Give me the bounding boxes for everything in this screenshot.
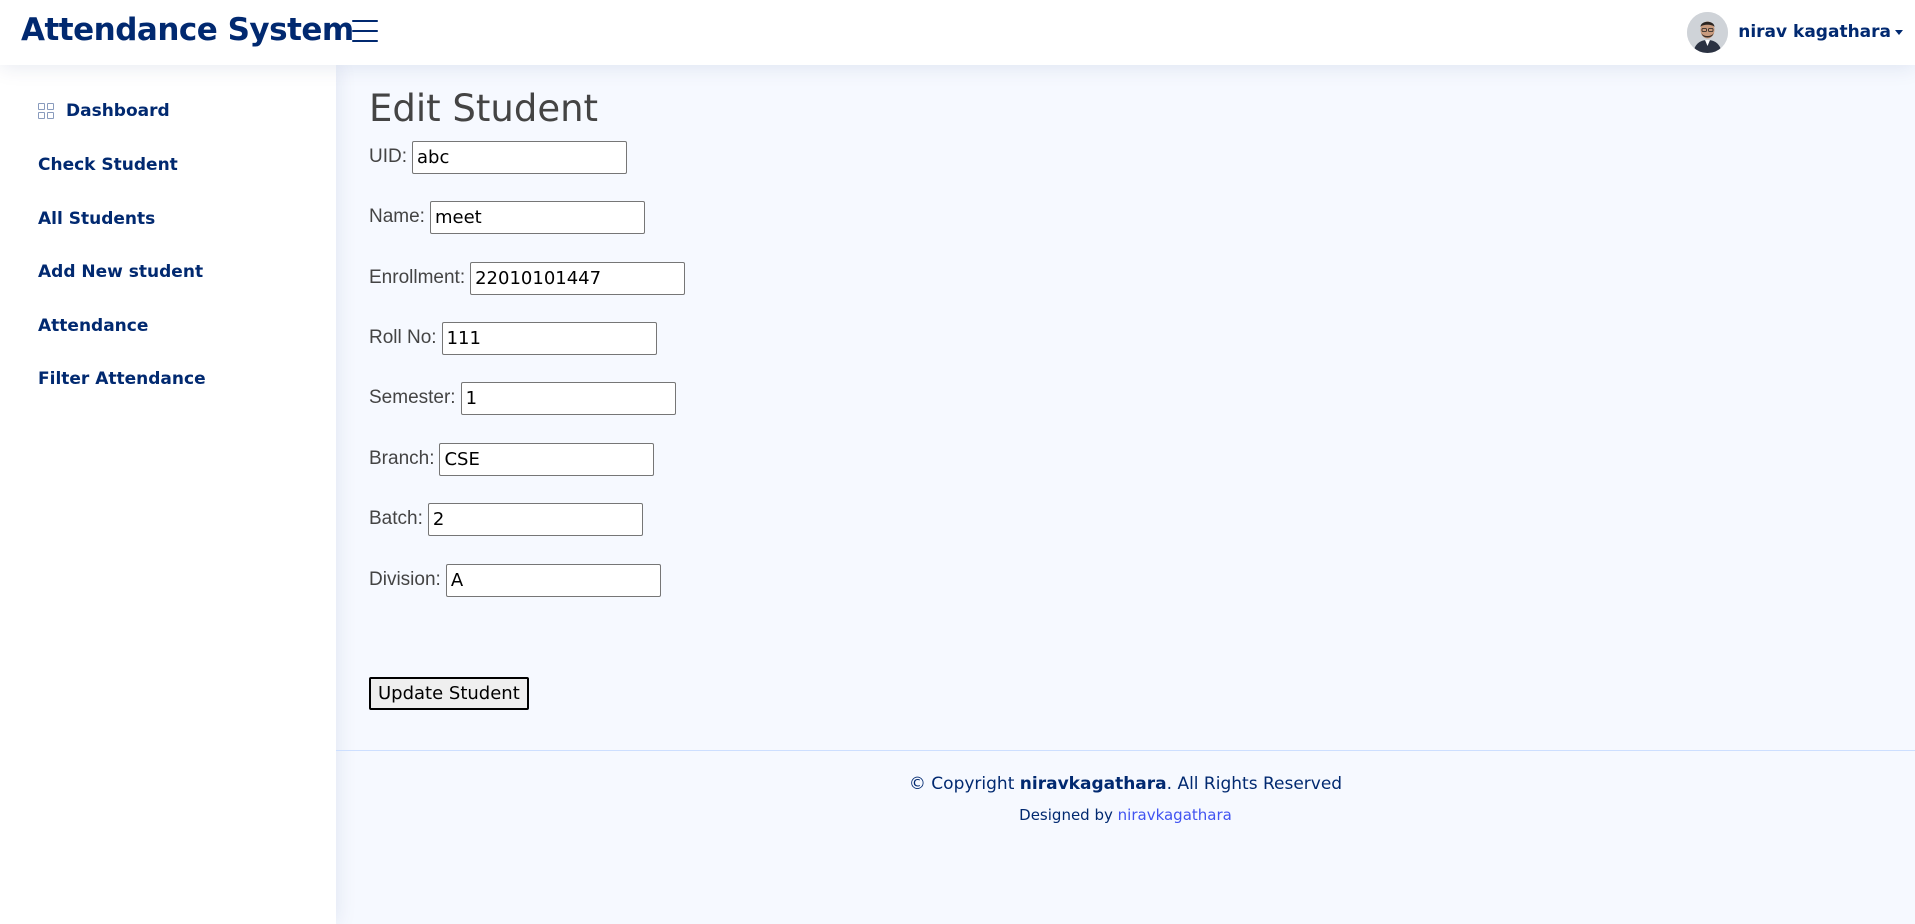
sidebar-item-label: All Students <box>38 209 156 229</box>
branch-label: Branch: <box>369 448 435 469</box>
division-field-row: Division: <box>369 563 661 597</box>
batch-label: Batch: <box>369 508 423 529</box>
semester-label: Semester: <box>369 387 456 408</box>
batch-input[interactable] <box>427 502 643 536</box>
name-field-row: Name: <box>369 200 645 234</box>
sidebar-item-attendance[interactable]: Attendance <box>38 316 148 336</box>
sidebar-item-all-students[interactable]: All Students <box>38 209 155 229</box>
roll-no-field-row: Roll No: <box>369 321 657 355</box>
sidebar-item-label: Attendance <box>38 316 149 336</box>
top-header: Attendance System nirav kagathara <box>0 0 1915 65</box>
user-profile-dropdown[interactable]: nirav kagathara <box>1687 11 1903 53</box>
uid-field-row: UID: <box>369 140 627 174</box>
designed-by-prefix: Designed by <box>1019 806 1113 824</box>
sidebar-item-label: Check Student <box>38 155 178 175</box>
copyright-prefix: © Copyright <box>908 774 1015 794</box>
credits-text: Designed by niravkagathara <box>336 806 1915 824</box>
name-input[interactable] <box>429 200 645 234</box>
semester-field-row: Semester: <box>369 381 676 415</box>
semester-input[interactable] <box>460 381 676 415</box>
update-student-button[interactable]: Update Student <box>369 677 529 710</box>
sidebar-toggle-icon[interactable] <box>352 20 378 42</box>
user-name: nirav kagathara <box>1738 22 1891 42</box>
avatar <box>1687 11 1729 53</box>
sidebar-item-filter-attendance[interactable]: Filter Attendance <box>38 369 206 389</box>
main-content: Edit Student UID: Name: Enrollment: Roll… <box>336 65 1915 924</box>
roll-no-label: Roll No: <box>369 327 437 348</box>
enrollment-label: Enrollment: <box>369 267 466 288</box>
branch-input[interactable] <box>439 442 655 476</box>
copyright-text: © Copyright niravkagathara. All Rights R… <box>336 774 1915 794</box>
batch-field-row: Batch: <box>369 502 643 536</box>
division-label: Division: <box>369 569 441 590</box>
copyright-owner: niravkagathara <box>1019 774 1167 794</box>
sidebar-item-label: Dashboard <box>66 101 170 121</box>
sidebar-item-add-new-student[interactable]: Add New student <box>38 262 203 282</box>
sidebar-item-label: Add New student <box>38 262 204 282</box>
footer: © Copyright niravkagathara. All Rights R… <box>336 750 1915 850</box>
uid-input[interactable] <box>412 140 627 174</box>
branch-field-row: Branch: <box>369 442 655 476</box>
sidebar-item-label: Filter Attendance <box>38 369 206 389</box>
uid-label: UID: <box>369 146 407 167</box>
app-logo[interactable]: Attendance System <box>21 12 354 48</box>
chevron-down-icon <box>1895 29 1903 35</box>
sidebar-item-check-student[interactable]: Check Student <box>38 155 178 175</box>
division-input[interactable] <box>445 563 661 597</box>
enrollment-input[interactable] <box>470 261 686 295</box>
sidebar: Dashboard Check Student All Students Add… <box>0 65 336 924</box>
copyright-suffix: . All Rights Reserved <box>1166 774 1343 794</box>
name-label: Name: <box>369 206 425 227</box>
roll-no-input[interactable] <box>441 321 657 355</box>
grid-icon <box>38 103 54 119</box>
sidebar-item-dashboard[interactable]: Dashboard <box>38 101 170 121</box>
page-title: Edit Student <box>369 87 599 130</box>
designer-link[interactable]: niravkagathara <box>1118 806 1232 824</box>
enrollment-field-row: Enrollment: <box>369 261 686 295</box>
